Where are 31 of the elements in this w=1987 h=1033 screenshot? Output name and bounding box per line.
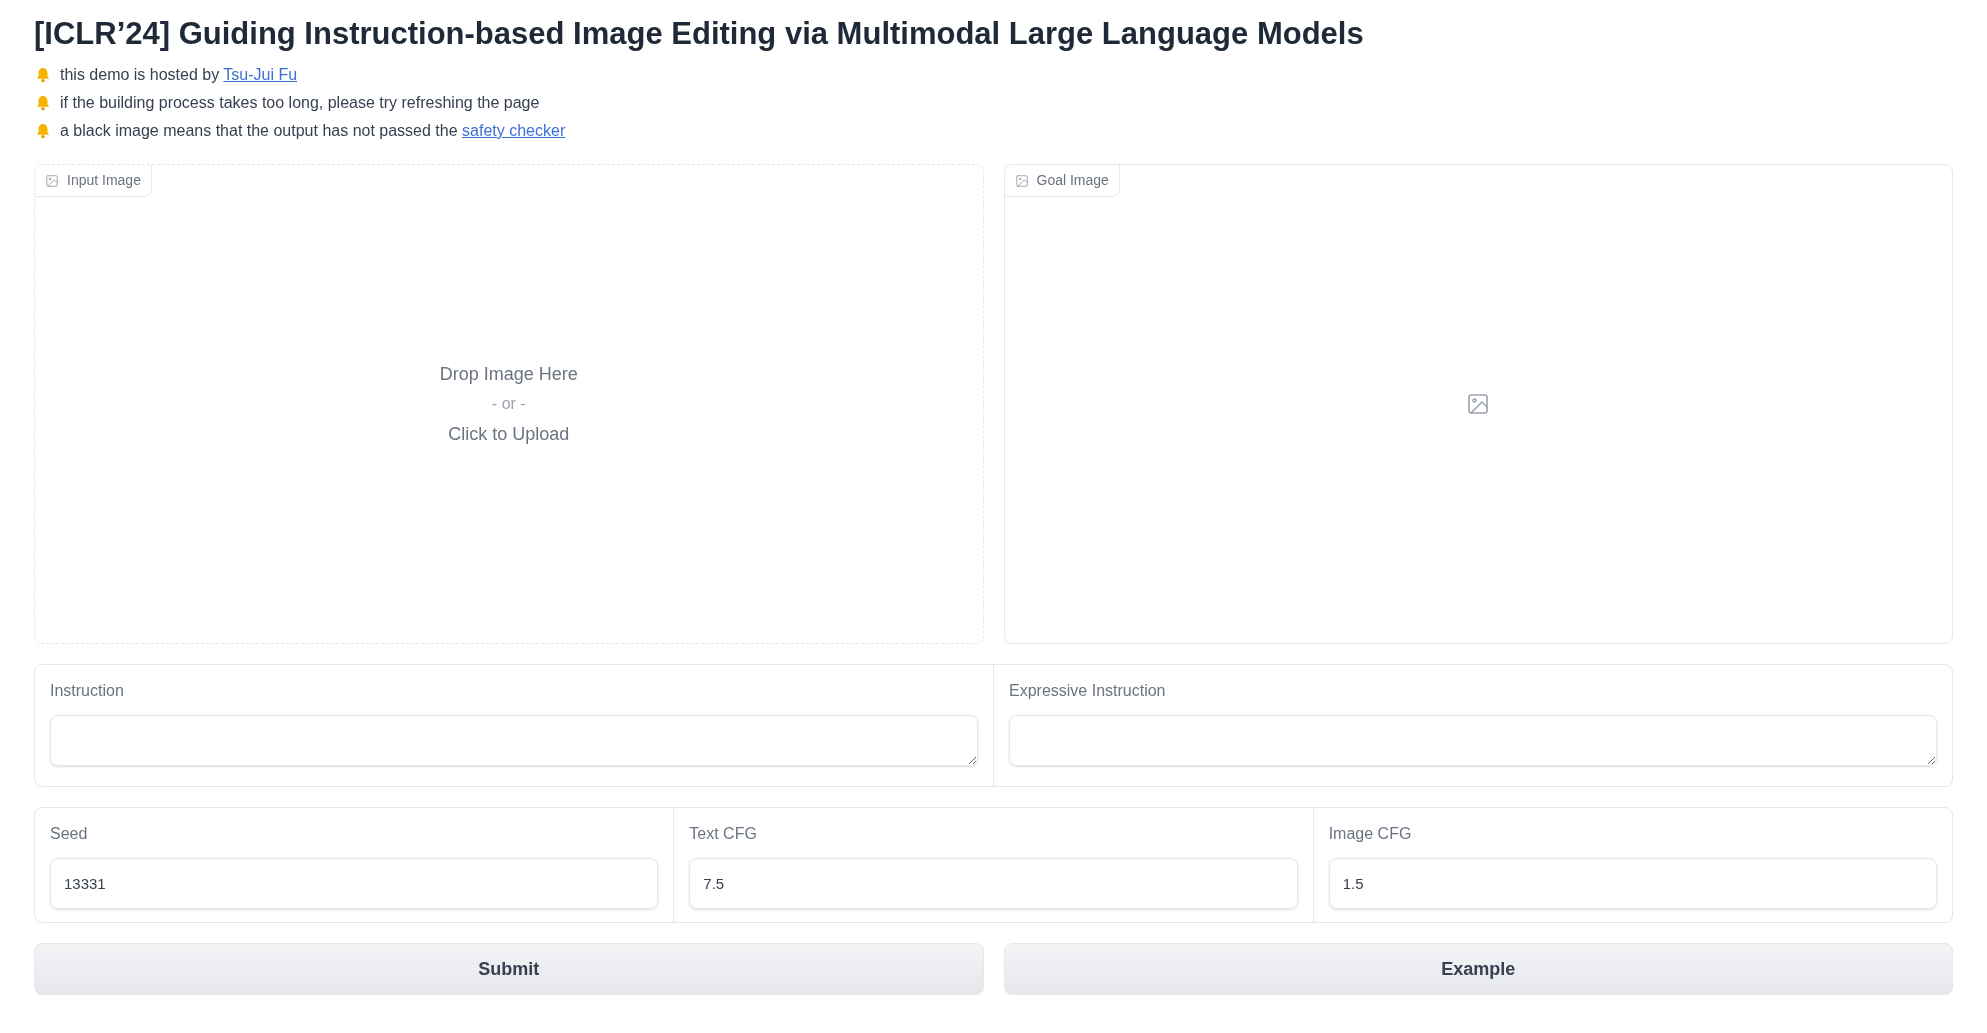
image-label: Input Image [35, 165, 152, 197]
image-panel[interactable]: Input Image Drop Image Here - or - Click to Upload [34, 164, 984, 644]
note-text: if the building process takes too long, please try refreshing the page [60, 93, 540, 113]
image-icon [1014, 173, 1029, 188]
link[interactable]: Tsu-Jui Fu [223, 66, 298, 83]
note-text: a black image means that the output has not passed the safety checker [60, 121, 566, 141]
image-icon [45, 173, 59, 188]
note-text: this demo is hosted by Tsu-Jui Fu [60, 65, 298, 85]
number-field[interactable]: 7.5 [689, 858, 1298, 909]
action-button[interactable]: Example [1003, 943, 1953, 995]
number-field[interactable]: 1.5 [1328, 858, 1937, 909]
upload-prompt: Drop Image Here [439, 363, 578, 386]
action-button[interactable]: Submit [34, 943, 984, 995]
image-label: Goal Image [1004, 165, 1120, 197]
bell-icon [34, 66, 52, 84]
text-area[interactable] [1009, 715, 1937, 766]
link[interactable]: safety checker [462, 122, 566, 139]
upload-prompt: Click to Upload [448, 423, 570, 446]
field-label: Text CFG [689, 824, 757, 844]
field-label: Instruction [50, 681, 124, 701]
number-field[interactable]: 13331 [50, 858, 659, 909]
bell-icon [34, 122, 52, 140]
page-title: [ICLR’24] Guiding Instruction-based Image Editing via Multimodal Large Language Models [34, 15, 1364, 53]
image-icon [1466, 392, 1491, 416]
upload-prompt: - or - [491, 394, 526, 414]
image-panel[interactable]: Goal Image [1003, 164, 1953, 644]
bell-icon [34, 94, 52, 112]
field-label: Seed [50, 824, 88, 844]
field-label: Expressive Instruction [1009, 681, 1166, 701]
text-area[interactable] [50, 715, 978, 766]
field-label: Image CFG [1328, 824, 1412, 844]
